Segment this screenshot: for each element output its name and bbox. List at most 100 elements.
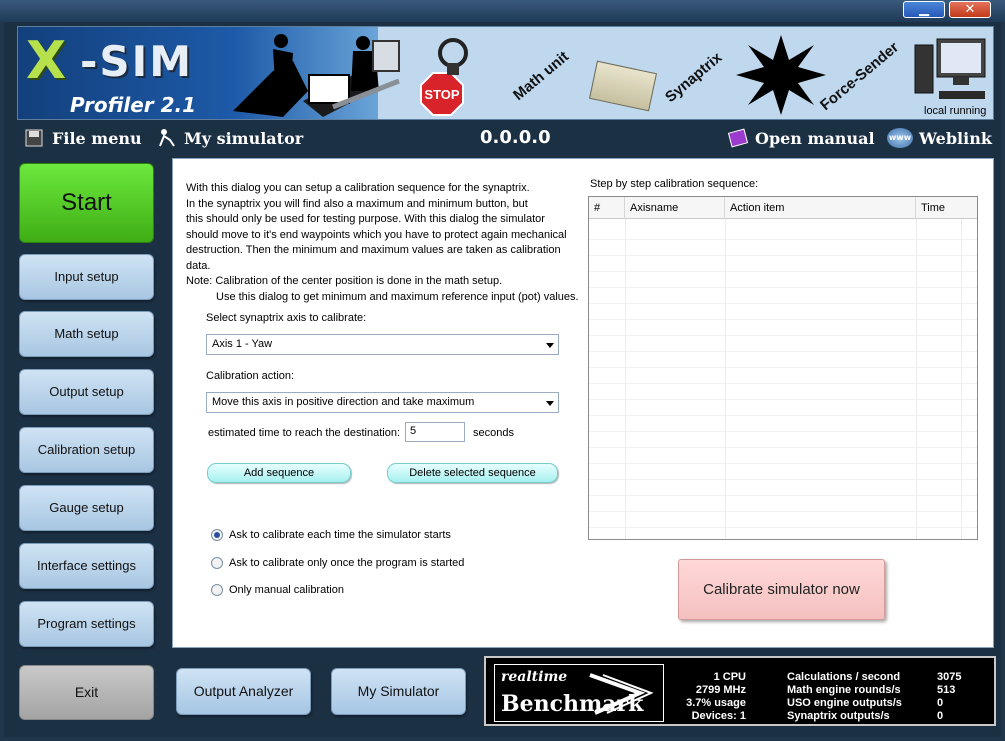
grid-line: [589, 335, 977, 336]
grid-line: [589, 431, 977, 432]
grid-line: [589, 463, 977, 464]
grid-line: [589, 239, 977, 240]
grid-line: [589, 287, 977, 288]
grid-line: [589, 303, 977, 304]
stop-label: STOP: [424, 87, 460, 102]
time-label: estimated time to reach the destination:: [208, 427, 400, 439]
intro-line: should move to it's end waypoints which …: [186, 228, 567, 241]
column-header-axisname[interactable]: Axisname: [625, 197, 725, 219]
metric-label: Synaptrix outputs/s: [787, 710, 890, 722]
synaptrix-starburst-icon: [736, 35, 826, 115]
globe-icon: www: [887, 128, 913, 148]
benchmark-panel: realtime Benchmark 1 CPU 2799 MHz 3.7% u…: [484, 656, 996, 726]
metric-label: USO engine outputs/s: [787, 697, 902, 709]
logo-x: X: [26, 31, 67, 91]
benchmark-cpu-speed: 2799 MHz: [695, 684, 746, 696]
calibration-panel: With this dialog you can setup a calibra…: [172, 158, 994, 648]
grid-line: [589, 527, 977, 528]
intro-line: With this dialog you can setup a calibra…: [186, 182, 530, 194]
minimize-button[interactable]: ▁: [903, 1, 945, 18]
grid-line: [916, 219, 917, 539]
metric-value: 0: [937, 697, 944, 709]
axis-select[interactable]: Axis 1 - Yaw: [206, 334, 559, 355]
math-setup-button[interactable]: Math setup: [19, 311, 154, 357]
benchmark-cpu-usage: 3.7% usage: [686, 697, 746, 709]
sequence-table-title: Step by step calibration sequence:: [590, 178, 759, 190]
grid-line: [589, 415, 977, 416]
weblink-label: Weblink: [919, 128, 992, 148]
grid-line: [589, 255, 977, 256]
weblink-menu[interactable]: www Weblink: [887, 128, 992, 148]
radio-unselected-icon: [211, 584, 223, 596]
open-manual-label: Open manual: [755, 128, 875, 148]
benchmark-metric-values: 3075 513 0 0: [937, 671, 987, 723]
open-manual-menu[interactable]: Open manual: [727, 128, 875, 148]
simulator-rig-icon: [233, 34, 400, 117]
sequence-table[interactable]: # Axisname Action item Time: [588, 196, 978, 540]
input-setup-button[interactable]: Input setup: [19, 254, 154, 300]
close-button[interactable]: ✕: [949, 1, 991, 18]
dropdown-arrow-icon: [546, 343, 554, 348]
my-simulator-button[interactable]: My Simulator: [331, 668, 466, 715]
axis-select-label: Select synaptrix axis to calibrate:: [206, 312, 367, 324]
action-select[interactable]: Move this axis in positive direction and…: [206, 392, 559, 413]
grid-line: [589, 511, 977, 512]
benchmark-logo-top: realtime: [501, 669, 568, 685]
column-header-action[interactable]: Action item: [725, 197, 916, 219]
grid-line: [589, 271, 977, 272]
column-header-time[interactable]: Time: [916, 197, 976, 219]
force-sender-label: Force-Sender: [817, 38, 903, 114]
grid-line: [589, 447, 977, 448]
intro-line: Note: Calibration of the center position…: [186, 275, 503, 287]
calibration-setup-button[interactable]: Calibration setup: [19, 427, 154, 473]
grid-line: [589, 399, 977, 400]
benchmark-cpu-count: 1 CPU: [713, 671, 746, 683]
intro-line: Use this dialog to get minimum and maxim…: [216, 290, 579, 303]
my-simulator-menu[interactable]: My simulator: [156, 128, 303, 148]
radio-selected-icon: [211, 529, 223, 541]
axis-select-value: Axis 1 - Yaw: [212, 338, 273, 350]
radio-manual-calibration[interactable]: Only manual calibration: [211, 584, 344, 596]
start-button[interactable]: Start: [19, 163, 154, 243]
radio-label: Ask to calibrate each time the simulator…: [229, 529, 451, 541]
sequence-table-header: # Axisname Action item Time: [589, 197, 977, 219]
logo-subtitle: Profiler 2.1: [70, 93, 197, 117]
interface-settings-button[interactable]: Interface settings: [19, 543, 154, 589]
intro-line: In the synaptrix you will find also a ma…: [186, 197, 528, 210]
computer-icon: [914, 38, 986, 99]
metric-value: 3075: [937, 671, 962, 683]
grid-line: [625, 219, 626, 539]
program-settings-button[interactable]: Program settings: [19, 601, 154, 647]
delete-sequence-button[interactable]: Delete selected sequence: [387, 463, 558, 483]
gauge-setup-button[interactable]: Gauge setup: [19, 485, 154, 531]
benchmark-devices: Devices: 1: [691, 710, 746, 722]
benchmark-arrow-icon: [589, 673, 654, 715]
radio-label: Only manual calibration: [229, 584, 344, 596]
radio-calibrate-each-start[interactable]: Ask to calibrate each time the simulator…: [211, 529, 451, 541]
column-header-number[interactable]: #: [589, 197, 625, 219]
grid-line: [589, 319, 977, 320]
add-sequence-button[interactable]: Add sequence: [207, 463, 351, 483]
radio-calibrate-once[interactable]: Ask to calibrate only once the program i…: [211, 557, 464, 569]
output-analyzer-button[interactable]: Output Analyzer: [176, 668, 311, 715]
file-menu[interactable]: File menu: [24, 128, 142, 148]
benchmark-system-info: 1 CPU 2799 MHz 3.7% usage Devices: 1: [666, 671, 746, 723]
grid-line: [589, 383, 977, 384]
output-setup-button[interactable]: Output setup: [19, 369, 154, 415]
math-chip-icon: [588, 60, 658, 112]
grid-line: [589, 367, 977, 368]
calibrate-now-button[interactable]: Calibrate simulator now: [678, 559, 885, 620]
intro-line: this should only be used for testing pur…: [186, 213, 545, 225]
grid-line: [725, 219, 726, 539]
synaptrix-label: Synaptrix: [662, 49, 726, 106]
intro-line: destruction. Then the minimum and maximu…: [186, 244, 561, 272]
exit-button[interactable]: Exit: [19, 665, 154, 720]
time-input[interactable]: 5: [405, 422, 465, 442]
grid-line: [589, 479, 977, 480]
benchmark-metric-labels: Calculations / second Math engine rounds…: [787, 671, 927, 723]
grid-line: [589, 351, 977, 352]
title-bar: ▁ ✕: [0, 0, 1005, 22]
file-menu-label: File menu: [52, 128, 142, 148]
my-simulator-menu-label: My simulator: [184, 128, 304, 148]
driver-icon: [159, 129, 175, 147]
